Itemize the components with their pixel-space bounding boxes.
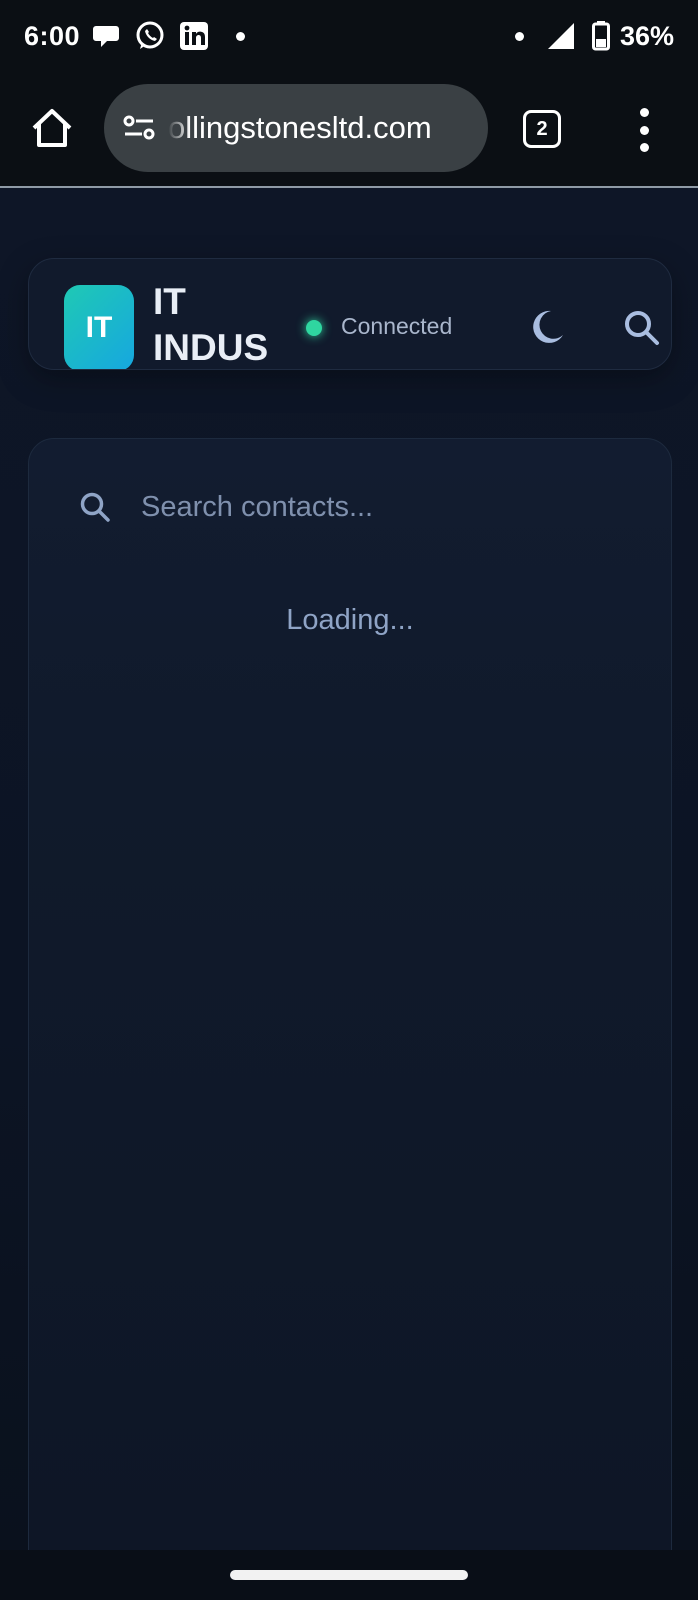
brand-name: IT INDUS (153, 279, 303, 369)
battery-icon (591, 21, 610, 51)
search-icon (80, 492, 110, 522)
site-settings-icon[interactable] (122, 113, 156, 143)
app-logo[interactable]: IT (64, 285, 134, 369)
app-header: IT IT INDUS Connected (28, 258, 672, 370)
signal-icon (547, 23, 574, 49)
notification-dot-icon (236, 31, 246, 41)
tab-count: 2 (536, 117, 548, 140)
brand-line-2: INDUS (153, 327, 269, 368)
whatsapp-icon (136, 21, 164, 49)
search-contacts-input[interactable] (141, 490, 601, 524)
moon-icon[interactable] (527, 307, 567, 347)
contacts-panel: Loading... (28, 438, 672, 1550)
logo-text: IT (85, 311, 113, 344)
contact-search (79, 481, 619, 533)
home-gesture-handle[interactable] (230, 1570, 468, 1580)
battery-percentage: 36% (619, 20, 674, 51)
loading-indicator: Loading... (286, 604, 414, 636)
status-time: 6:00 (24, 20, 81, 51)
brand-line-1: IT (153, 281, 186, 322)
connection-indicator-icon (306, 320, 322, 336)
home-icon[interactable] (30, 106, 74, 150)
search-icon[interactable] (623, 309, 661, 347)
status-right: 36% (514, 20, 674, 52)
address-bar[interactable]: ollingstonesltd.com (104, 84, 488, 172)
web-page: IT IT INDUS Connected Loading... (0, 188, 698, 1550)
linkedin-icon (180, 22, 209, 50)
status-bar: 6:00 36% (0, 0, 698, 72)
chat-bubble-icon (93, 26, 120, 47)
browser-toolbar: ollingstonesltd.com 2 (0, 72, 698, 188)
url-text[interactable]: ollingstonesltd.com (168, 110, 432, 146)
tab-switcher-button[interactable]: 2 (523, 110, 561, 148)
navigation-bar (0, 1550, 698, 1600)
connection-status: Connected (341, 313, 453, 339)
browser-menu-icon[interactable] (632, 108, 656, 152)
status-left: 6:00 (24, 20, 246, 52)
status-dot-icon (514, 31, 524, 41)
